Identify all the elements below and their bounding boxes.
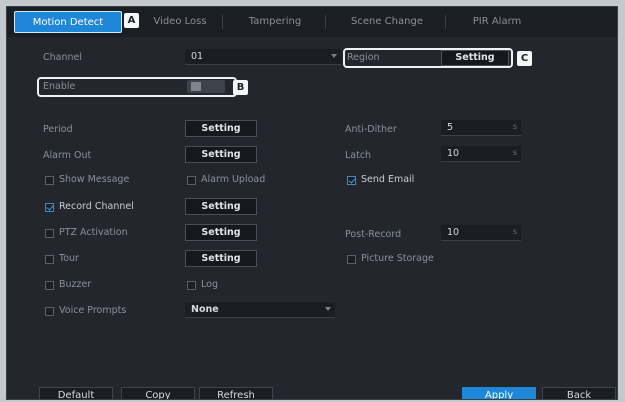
send-email-label: Send Email: [361, 174, 415, 185]
channel-value: 01: [191, 51, 204, 62]
period-label: Period: [43, 124, 73, 135]
toggle-knob: [191, 82, 201, 91]
latch-value: 10: [447, 148, 460, 159]
ptz-activation-checkbox[interactable]: [45, 229, 54, 238]
post-record-label: Post-Record: [345, 229, 402, 240]
latch-label: Latch: [345, 150, 372, 161]
tab-divider: [325, 15, 326, 29]
enable-label: Enable: [43, 81, 76, 92]
channel-label: Channel: [43, 52, 83, 63]
region-setting-button[interactable]: Setting: [441, 50, 509, 66]
post-record-value: 10: [447, 227, 460, 238]
tab-tampering[interactable]: Tampering: [235, 11, 315, 33]
callout-a: A: [124, 13, 139, 28]
voice-prompts-value: None: [191, 304, 219, 315]
tab-divider: [445, 15, 446, 29]
anti-dither-value: 5: [447, 122, 454, 133]
back-button[interactable]: Back: [542, 387, 616, 399]
tab-video-loss[interactable]: Video Loss: [145, 11, 215, 33]
refresh-button[interactable]: Refresh: [199, 387, 273, 399]
log-checkbox[interactable]: [187, 281, 196, 290]
tab-bar: Motion Detect A Video Loss Tampering Sce…: [7, 7, 617, 37]
picture-storage-label: Picture Storage: [361, 253, 434, 264]
send-email-checkbox[interactable]: [347, 176, 356, 185]
region-label: Region: [347, 52, 380, 63]
buzzer-checkbox[interactable]: [45, 281, 54, 290]
anti-dither-unit: s: [512, 122, 517, 131]
tour-checkbox[interactable]: [45, 255, 54, 264]
post-record-unit: s: [512, 227, 517, 236]
motion-detect-window: Motion Detect A Video Loss Tampering Sce…: [6, 6, 618, 400]
log-label: Log: [201, 279, 218, 290]
show-message-label: Show Message: [59, 174, 130, 185]
apply-button[interactable]: Apply: [462, 387, 536, 399]
record-channel-label: Record Channel: [59, 201, 134, 212]
latch-unit: s: [512, 148, 517, 157]
tab-scene-change[interactable]: Scene Change: [337, 11, 437, 33]
period-setting-button[interactable]: Setting: [185, 120, 257, 137]
copy-button[interactable]: Copy: [121, 387, 195, 399]
chevron-down-icon: [325, 307, 331, 311]
tour-setting-button[interactable]: Setting: [185, 250, 257, 267]
default-button[interactable]: Default: [39, 387, 113, 399]
tour-label: Tour: [59, 253, 79, 264]
tab-divider: [222, 15, 223, 29]
voice-prompts-label: Voice Prompts: [59, 305, 127, 316]
anti-dither-input[interactable]: 5 s: [441, 120, 521, 136]
show-message-checkbox[interactable]: [45, 176, 54, 185]
channel-select[interactable]: 01: [185, 49, 341, 65]
voice-prompts-checkbox[interactable]: [45, 307, 54, 316]
picture-storage-checkbox[interactable]: [347, 255, 356, 264]
callout-c: C: [517, 51, 532, 66]
ptz-activation-setting-button[interactable]: Setting: [185, 224, 257, 241]
anti-dither-label: Anti-Dither: [345, 124, 397, 135]
alarm-upload-checkbox[interactable]: [187, 176, 196, 185]
record-channel-setting-button[interactable]: Setting: [185, 198, 257, 215]
post-record-input[interactable]: 10 s: [441, 225, 521, 241]
voice-prompts-select[interactable]: None: [185, 302, 335, 318]
alarm-upload-label: Alarm Upload: [201, 174, 266, 185]
latch-input[interactable]: 10 s: [441, 146, 521, 162]
ptz-activation-label: PTZ Activation: [59, 227, 128, 238]
chevron-down-icon: [331, 54, 337, 58]
callout-b: B: [233, 80, 248, 95]
tab-motion-detect[interactable]: Motion Detect: [14, 11, 122, 33]
alarm-out-label: Alarm Out: [43, 150, 92, 161]
record-channel-checkbox[interactable]: [45, 203, 54, 212]
tab-pir-alarm[interactable]: PIR Alarm: [455, 11, 539, 33]
alarm-out-setting-button[interactable]: Setting: [185, 146, 257, 163]
buzzer-label: Buzzer: [59, 279, 92, 290]
enable-toggle[interactable]: [187, 80, 225, 93]
